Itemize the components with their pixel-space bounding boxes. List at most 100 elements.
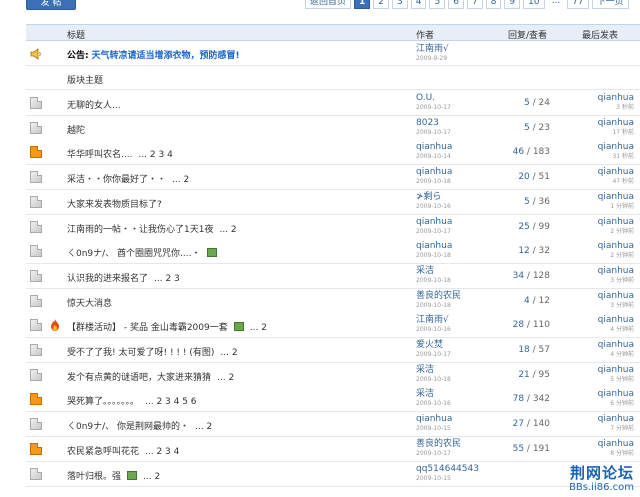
thread-row[interactable]: 越陀 8023 2009-10-17 5 / 23 qianhua 17 秒前 [26,116,640,141]
thread-title-link[interactable]: 受不了了我! 太可爱了呀! ! ! ! (有图) [67,348,214,358]
thread-page-links[interactable]: ... 2 [220,348,237,358]
thread-title[interactable]: 【群楼活动】 - 奖品 金山毒霸2009一套 ... 2 [67,320,267,333]
pager-page-1[interactable]: 1 [354,0,371,9]
author-name[interactable]: 采洁 [416,266,451,277]
thread-title[interactable]: 惊天大消息 [67,296,112,309]
announcement-author-name[interactable]: 江南雨√ [416,44,449,55]
pager-page-4[interactable]: 4 [410,0,427,9]
last-poster-name[interactable]: qianhua [578,192,634,203]
thread-title-link[interactable]: 【群楼活动】 - 奖品 金山毒霸2009一套 [67,323,228,333]
last-poster-name[interactable]: qianhua [578,389,634,400]
thread-row[interactable]: ㄑ0n9ナ/、 你是荆网最帅的・... 2 qianhua 2009-10-15 27… [26,412,640,437]
pager-page-2[interactable]: 2 [373,0,390,9]
author-name[interactable]: 采洁 [416,389,451,400]
new-post-button[interactable]: 发 帖 [26,0,76,10]
thread-row[interactable]: 落叶归根。强 ... 2 qq514644543 2009-10-15 [26,462,640,487]
pager-page-last[interactable]: 77 [567,0,589,9]
thread-row[interactable]: 大家来发表物质目标了? ≯剩ら 2009-10-16 5 / 36 qianhua 1 分… [26,190,640,215]
pager-page-8[interactable]: 8 [485,0,502,9]
author-name[interactable]: 8023 [416,118,451,129]
thread-title[interactable]: 哭死算了。。。。。。。 ... 2 3 4 5 6 [67,394,197,407]
thread-title-link[interactable]: ㄑ0n9ナ/、 酋个圈圈咒咒你....・ [67,249,201,259]
thread-page-links[interactable]: ... 2 3 [154,274,180,284]
thread-title-link[interactable]: 越陀 [67,126,85,136]
author-name[interactable]: qianhua [416,217,452,228]
author-name[interactable]: qianhua [416,142,452,153]
thread-title[interactable]: 农民紧急呼叫花花 ... 2 3 4 [67,444,179,457]
announcement-title[interactable]: 公告: 天气转凉请适当增添衣物，预防感冒! [67,48,240,61]
thread-title-link[interactable]: 农民紧急呼叫花花 [67,447,139,457]
last-poster-name[interactable]: qianhua [578,93,634,104]
pager-page-5[interactable]: 5 [429,0,446,9]
thread-title-link[interactable]: 认识我的进来报名了 [67,274,148,284]
thread-row[interactable]: 农民紧急呼叫花花 ... 2 3 4 善良的农民 2009-10-17 55 / 191… [26,437,640,462]
last-poster-name[interactable]: qianhua [578,291,634,302]
thread-title[interactable]: 江南雨的一帖・・让我伤心了1天1夜 ... 2 [67,222,237,235]
thread-title[interactable]: 落叶归根。强 ... 2 [67,469,160,482]
thread-row[interactable]: 哭死算了。。。。。。。 ... 2 3 4 5 6 采洁 2009-10-16 78 /… [26,387,640,412]
thread-row[interactable]: 受不了了我! 太可爱了呀! ! ! ! (有图) ... 2 爱火焚 2009-10-… [26,338,640,363]
pager-page-7[interactable]: 7 [466,0,483,9]
author-name[interactable]: 江南雨√ [416,315,451,326]
author-name[interactable]: qianhua [416,241,452,252]
thread-row[interactable]: ㄑ0n9ナ/、 酋个圈圈咒咒你....・ qianhua 2009-10-18 12 … [26,239,640,264]
thread-page-links[interactable]: ... 2 [195,422,212,432]
pager-next[interactable]: 下一页 [591,0,629,9]
author-name[interactable]: qq514644543 [416,464,479,475]
thread-title[interactable]: 采洁・・你你最好了・・ ... 2 [67,172,189,185]
pager-page-10[interactable]: 10 [523,0,545,9]
pager-page-9[interactable]: 9 [504,0,521,9]
author-name[interactable]: 善良的农民 [416,291,461,302]
thread-page-links[interactable]: ... 2 [172,175,189,185]
last-poster-name[interactable]: qianhua [578,266,634,277]
thread-title[interactable]: ㄑ0n9ナ/、 酋个圈圈咒咒你....・ [67,246,217,259]
last-poster-name[interactable]: qianhua [578,118,634,129]
thread-title-link[interactable]: 江南雨的一帖・・让我伤心了1天1夜 [67,225,213,235]
thread-row[interactable]: 无聊的女人... O.U. 2009-10-17 5 / 24 qianhua 3 秒前 [26,91,640,116]
author-name[interactable]: qianhua [416,414,452,425]
thread-row[interactable]: 【群楼活动】 - 奖品 金山毒霸2009一套 ... 2 江南雨√ 2009-10-1… [26,313,640,338]
thread-title[interactable]: 发个有点黄的谜语吧，大家进来猜猜 ... 2 [67,370,234,383]
author-name[interactable]: 采洁 [416,365,451,376]
author-name[interactable]: qianhua [416,167,452,178]
thread-title-link[interactable]: 采洁・・你你最好了・・ [67,175,166,185]
thread-title-link[interactable]: 发个有点黄的谜语吧，大家进来猜猜 [67,373,211,383]
thread-row[interactable]: 华华呼叫农名....... 2 3 4 qianhua 2009-10-14 46 /… [26,140,640,165]
thread-title-link[interactable]: ㄑ0n9ナ/、 你是荆网最帅的・ [67,422,189,432]
thread-title[interactable]: 无聊的女人... [67,98,121,111]
thread-title-link[interactable]: 无聊的女人... [67,101,121,111]
thread-title-link[interactable]: 大家来发表物质目标了? [67,200,162,210]
thread-row[interactable]: 发个有点黄的谜语吧，大家进来猜猜 ... 2 采洁 2009-10-18 21 / 95… [26,363,640,388]
thread-title[interactable]: 越陀 [67,123,85,136]
last-poster-name[interactable]: qianhua [578,365,634,376]
author-name[interactable]: 善良的农民 [416,439,461,450]
author-name[interactable]: 爱火焚 [416,340,451,351]
thread-page-links[interactable]: ... 2 3 4 5 6 [145,397,197,407]
thread-page-links[interactable]: ... 2 [143,472,160,482]
thread-row[interactable]: 采洁・・你你最好了・・... 2 qianhua 2009-10-18 20 / 51… [26,165,640,190]
last-poster-name[interactable]: qianhua [578,340,634,351]
thread-page-links[interactable]: ... 2 3 4 [138,150,172,160]
thread-title[interactable]: 认识我的进来报名了 ... 2 3 [67,271,180,284]
pager-page-6[interactable]: 6 [448,0,464,9]
thread-title[interactable]: 大家来发表物质目标了? [67,197,162,210]
thread-title[interactable]: 受不了了我! 太可爱了呀! ! ! ! (有图) ... 2 [67,345,238,358]
last-poster-name[interactable]: qianhua [578,439,634,450]
thread-row[interactable]: 认识我的进来报名了 ... 2 3 采洁 2009-10-18 34 / 128 qian… [26,264,640,289]
thread-title-link[interactable]: 哭死算了。。。。。。。 [67,397,139,407]
announcement-link[interactable]: 天气转凉请适当增添衣物，预防感冒! [91,51,239,61]
thread-title[interactable]: ㄑ0n9ナ/、 你是荆网最帅的・ ... 2 [67,419,212,432]
thread-row[interactable]: 江南雨的一帖・・让我伤心了1天1夜... 2 qianhua 2009-10-17 2… [26,215,640,240]
thread-page-links[interactable]: ... 2 [219,225,236,235]
last-poster-name[interactable]: qianhua [578,142,634,153]
last-poster-name[interactable]: qianhua [578,241,634,252]
thread-row[interactable]: 惊天大消息 善良的农民 2009-10-18 4 / 12 qianhua 3 分钟前 [26,289,640,314]
author-name[interactable]: O.U. [416,93,451,104]
thread-title-link[interactable]: 华华呼叫农名.... [67,150,132,160]
last-poster-name[interactable]: qianhua [578,414,634,425]
author-name[interactable]: ≯剩ら [416,192,451,203]
thread-page-links[interactable]: ... 2 [250,323,267,333]
pager-page-3[interactable]: 3 [392,0,408,9]
thread-title-link[interactable]: 惊天大消息 [67,299,112,309]
thread-title[interactable]: 华华呼叫农名.... ... 2 3 4 [67,147,173,160]
